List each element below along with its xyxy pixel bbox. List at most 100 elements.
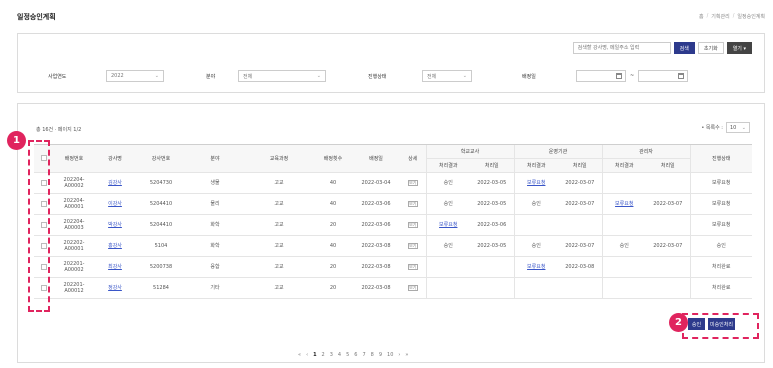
view-detail-button[interactable]: 보기 — [407, 285, 418, 291]
cell-detail: 보기 — [400, 193, 426, 215]
name-link[interactable]: 김강사 — [108, 180, 122, 186]
pager-nav-button[interactable]: › — [398, 352, 400, 358]
page-title: 일정승인계획 — [17, 13, 56, 21]
m-date-value: 2022-03-07 — [653, 201, 683, 207]
chevron-down-icon: ⌄ — [462, 73, 467, 79]
calendar-icon[interactable] — [678, 73, 685, 79]
pager-page-10[interactable]: 10 — [387, 352, 393, 358]
cell-m-date: 2022-03-07 — [646, 235, 690, 257]
cell-status: 처리완료 — [689, 277, 752, 299]
status-value: 보류요청 — [712, 201, 731, 207]
breadcrumb-separator: / — [706, 13, 709, 19]
pager-page-9[interactable]: 9 — [379, 352, 382, 358]
view-detail-button[interactable]: 보기 — [407, 180, 418, 186]
cell-m-date — [646, 214, 690, 236]
level-value: 고교 — [274, 243, 284, 249]
cell-o-res — [513, 214, 558, 236]
pager-page-6[interactable]: 6 — [354, 352, 357, 358]
cell-date: 2022-03-06 — [352, 214, 400, 236]
start-date-input[interactable] — [576, 70, 626, 82]
breadcrumb-section[interactable]: 기획관리 — [711, 13, 729, 20]
pager-page-1[interactable]: 1 — [313, 352, 316, 358]
m-date-value: 2022-03-07 — [653, 243, 683, 249]
name-link[interactable]: 홍강사 — [108, 243, 122, 249]
expand-filter-button[interactable]: 열기 ▾ — [726, 42, 752, 54]
table-header-row: 배정번호 강사명 강사번호 분야 교육과정 배정횟수 배정일 상세 학교교사 운… — [34, 144, 752, 173]
o-res-link[interactable]: 보류요청 — [527, 180, 545, 186]
col-manager-result: 처리결과 — [601, 158, 646, 173]
cell-plan-no: 202204- A00003 — [54, 214, 94, 236]
cell-status: 보류요청 — [689, 214, 752, 236]
pager-nav-button[interactable]: ‹ — [306, 352, 308, 358]
s-date-value: 2022-03-05 — [477, 243, 507, 249]
s-res-value: 승인 — [443, 180, 453, 186]
per-page-select[interactable]: 10 ⌄ — [726, 122, 750, 133]
cell-date: 2022-03-08 — [352, 235, 400, 257]
cell-count: 20 — [314, 277, 352, 299]
table-row[interactable]: 202204- A00003 박강사 5204410 화학 고교 20 2022-03-06 보… — [34, 214, 752, 236]
progress-select[interactable]: 전체 ⌄ — [422, 70, 472, 82]
pager-nav-button[interactable]: « — [298, 352, 301, 358]
id-value: 5200738 — [149, 264, 173, 270]
field-label: 분야 — [206, 73, 216, 80]
plan-no-line2: A00001 — [64, 246, 84, 252]
s-res-link[interactable]: 보류요청 — [439, 222, 457, 228]
table-row[interactable]: 202201- A00002 최강사 5200738 융합 고교 20 2022-03-08 보… — [34, 256, 752, 278]
cell-o-date — [558, 277, 602, 299]
cell-o-res: 보류요청 — [513, 256, 558, 278]
cell-s-res: 승인 — [425, 172, 470, 194]
view-detail-button[interactable]: 보기 — [407, 222, 418, 228]
cell-date: 2022-03-08 — [352, 256, 400, 278]
pager-page-5[interactable]: 5 — [346, 352, 349, 358]
cell-s-date: 2022-03-06 — [470, 214, 514, 236]
date-value: 2022-03-04 — [361, 180, 391, 186]
view-detail-button[interactable]: 보기 — [407, 201, 418, 207]
cell-o-date: 2022-03-08 — [558, 256, 602, 278]
m-res-link[interactable]: 보류요청 — [615, 201, 633, 207]
table-row[interactable]: 202204- A00001 이강사 5204410 물리 고교 40 2022-03-06 보… — [34, 193, 752, 215]
name-link[interactable]: 정강사 — [108, 285, 122, 291]
o-res-value: 승인 — [531, 201, 541, 207]
end-date-input[interactable] — [638, 70, 689, 82]
calendar-icon[interactable] — [616, 73, 622, 79]
table-row[interactable]: 202201- A00012 정강사 51284 기타 고교 20 2022-03-08 보기 처… — [34, 277, 752, 299]
o-res-link[interactable]: 보류요청 — [527, 264, 545, 270]
name-link[interactable]: 박강사 — [108, 222, 122, 228]
cell-plan-no: 202201- A00002 — [54, 256, 94, 278]
plan-no-line2: A00012 — [64, 288, 84, 294]
cell-count: 40 — [314, 235, 352, 257]
cell-detail: 보기 — [400, 214, 426, 236]
list-panel: 총 16건 · 페이지 1/2 • 목록수 : 10 ⌄ 배정번호 강사명 강사… — [17, 103, 765, 363]
view-detail-button[interactable]: 보기 — [407, 243, 418, 249]
table-row[interactable]: 202202- A00001 홍강사 5104 화학 고교 40 2022-03-08 보기 승인… — [34, 235, 752, 257]
status-value: 승인 — [716, 243, 726, 249]
search-input[interactable] — [572, 42, 671, 54]
cell-count: 40 — [314, 172, 352, 194]
pager-page-8[interactable]: 8 — [371, 352, 374, 358]
field-value: 화학 — [210, 222, 220, 228]
cell-detail: 보기 — [400, 277, 426, 299]
pager-page-4[interactable]: 4 — [338, 352, 341, 358]
reset-button[interactable]: 초기화 — [697, 42, 724, 54]
col-instructor-id: 강사번호 — [136, 144, 186, 173]
cell-field: 생물 — [186, 172, 244, 194]
per-page-value: 10 — [730, 124, 737, 131]
pager-nav-button[interactable]: » — [405, 352, 408, 358]
cell-name: 최강사 — [94, 256, 136, 278]
count-value: 40 — [329, 201, 337, 207]
level-value: 고교 — [274, 264, 284, 270]
search-button[interactable]: 검색 — [673, 42, 695, 54]
col-date: 배정일 — [352, 144, 400, 173]
breadcrumb-home[interactable]: 홈 — [699, 13, 704, 20]
view-detail-button[interactable]: 보기 — [407, 264, 418, 270]
table-row[interactable]: 202204- A00002 김강사 5204730 생물 고교 40 2022-03-04 보… — [34, 172, 752, 194]
name-link[interactable]: 이강사 — [108, 201, 122, 207]
pager-page-3[interactable]: 3 — [330, 352, 333, 358]
col-count: 배정횟수 — [314, 144, 352, 173]
pager-page-7[interactable]: 7 — [362, 352, 365, 358]
name-link[interactable]: 최강사 — [108, 264, 122, 270]
count-value: 20 — [329, 264, 337, 270]
year-select[interactable]: 2022 ⌄ — [106, 70, 164, 82]
pager-page-2[interactable]: 2 — [322, 352, 325, 358]
field-select[interactable]: 전체 ⌄ — [238, 70, 326, 82]
